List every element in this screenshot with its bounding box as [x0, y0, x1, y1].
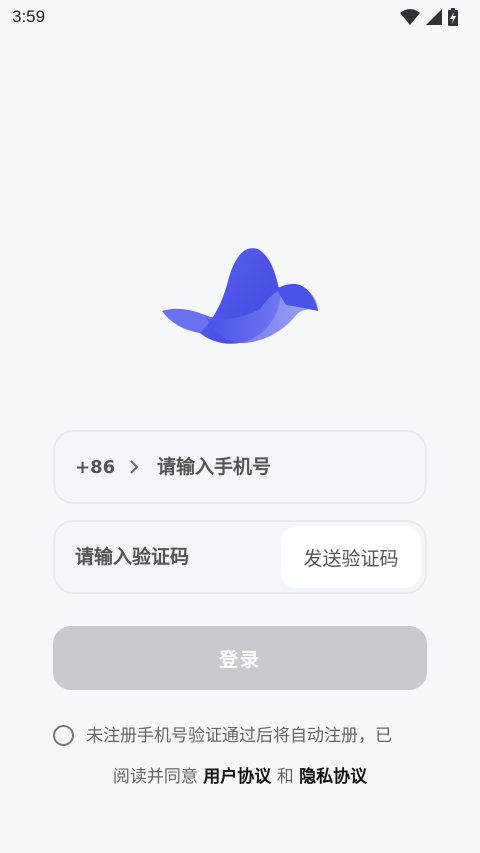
login-button[interactable]: 登录 [53, 626, 427, 690]
chevron-right-icon [130, 460, 139, 474]
privacy-policy-link[interactable]: 隐私协议 [299, 767, 367, 787]
status-bar: 3:59 [0, 0, 480, 34]
agreement-prefix: 阅读并同意 [112, 767, 198, 787]
agreement-checkbox[interactable] [53, 725, 74, 746]
cellular-signal-icon [426, 9, 442, 25]
status-time: 3:59 [12, 7, 46, 26]
battery-charging-icon [448, 8, 458, 26]
send-code-button[interactable]: 发送验证码 [281, 526, 421, 588]
verification-code-field: 发送验证码 [53, 520, 427, 594]
country-code-label: +86 [75, 456, 116, 478]
wifi-icon [400, 9, 420, 25]
verification-code-input[interactable] [75, 522, 275, 592]
phone-input[interactable] [157, 432, 412, 502]
country-code-selector[interactable]: +86 [75, 432, 139, 502]
agreement-conjunction: 和 [276, 767, 294, 787]
agreement-text-line2: 阅读并同意 用户协议 和 隐私协议 [0, 765, 480, 789]
agreement-text: 未注册手机号验证通过后将自动注册，已 [86, 726, 392, 746]
user-agreement-link[interactable]: 用户协议 [203, 767, 271, 787]
bird-logo-icon [162, 248, 318, 344]
status-icons [400, 8, 458, 26]
phone-field: +86 [53, 430, 427, 504]
